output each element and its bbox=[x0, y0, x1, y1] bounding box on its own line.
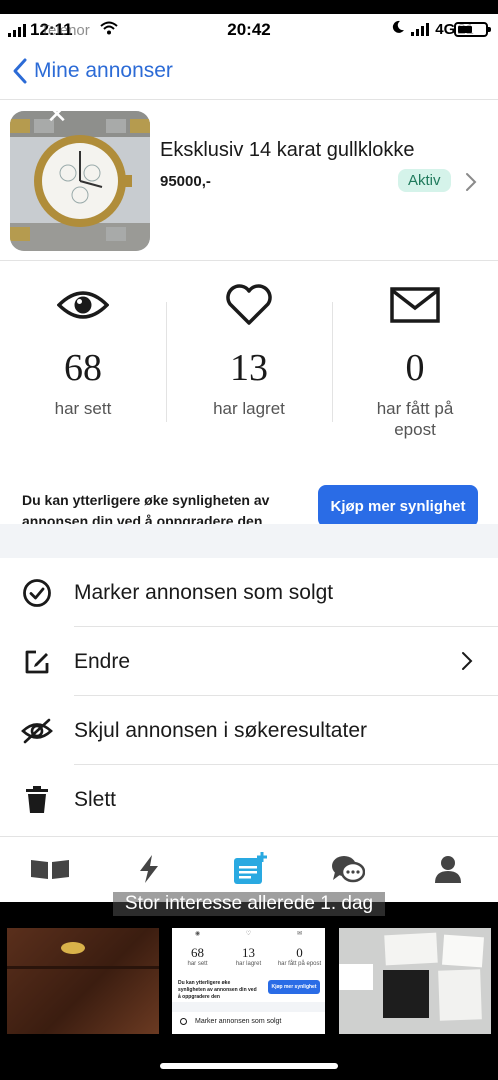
tab-new-ad[interactable] bbox=[230, 851, 270, 887]
stat-saved-value: 13 bbox=[230, 347, 268, 389]
back-label: Mine annonser bbox=[34, 59, 173, 82]
nav-bar: Mine annonser bbox=[0, 46, 498, 100]
mini-eye-icon: ◉ bbox=[194, 931, 201, 937]
tab-profile[interactable] bbox=[428, 851, 468, 887]
menu-item-hide[interactable]: Skjul annonsen i søkeresultater bbox=[0, 696, 498, 765]
menu-item-edit[interactable]: Endre bbox=[0, 627, 498, 696]
mini-stat-value: 68 bbox=[191, 945, 204, 960]
mini-upsell-text: Du kan ytterligere øke synligheten av an… bbox=[178, 980, 257, 1000]
stat-saved: 13 har lagret bbox=[166, 282, 332, 419]
status-badge: Aktiv bbox=[398, 169, 451, 192]
stat-seen-value: 68 bbox=[64, 347, 102, 389]
tab-book[interactable] bbox=[30, 851, 70, 887]
mini-stat-value: 0 bbox=[296, 945, 303, 960]
tab-messages[interactable] bbox=[328, 851, 368, 887]
mini-menu-label: Marker annonsen som solgt bbox=[195, 1018, 282, 1025]
menu-item-label: Slett bbox=[74, 787, 117, 811]
moon-icon bbox=[391, 20, 405, 38]
battery-icon bbox=[454, 21, 491, 37]
thumbnail-papers[interactable] bbox=[339, 928, 491, 1034]
stat-email: 0 har fått på epost bbox=[332, 282, 498, 440]
mini-mail-icon: ✉ bbox=[296, 931, 303, 937]
new-ad-icon bbox=[234, 852, 267, 884]
mini-stat-value: 13 bbox=[242, 945, 255, 960]
mini-stat-label: har lagret bbox=[235, 961, 262, 967]
chevron-right-icon[interactable] bbox=[464, 171, 478, 193]
box-emblem bbox=[61, 942, 85, 954]
stat-email-value: 0 bbox=[405, 347, 425, 389]
buy-visibility-button[interactable]: Kjøp mer synlighet bbox=[318, 485, 478, 527]
caption-overlay: Stor interesse allerede 1. dag bbox=[113, 892, 385, 916]
mini-gap bbox=[172, 1002, 325, 1012]
ad-summary[interactable]: ✕ Eksklusiv 14 karat gullklokke 95000,- … bbox=[0, 101, 498, 261]
mini-stat-label: har sett bbox=[187, 961, 208, 967]
stat-email-label: har fått på epost bbox=[376, 399, 454, 439]
profile-icon bbox=[435, 856, 461, 883]
paper bbox=[438, 969, 482, 1021]
ad-title: Eksklusiv 14 karat gullklokke bbox=[160, 139, 415, 161]
app-screen: Mine annonser ✕ Eksklusiv 14 karat gullk… bbox=[0, 46, 498, 902]
edit-icon bbox=[0, 647, 74, 677]
ad-thumbnail[interactable]: ✕ bbox=[10, 111, 150, 251]
home-indicator[interactable] bbox=[160, 1063, 338, 1069]
box-lid-edge bbox=[7, 966, 159, 969]
status-right: 4G 21 bbox=[391, 20, 491, 38]
watch-image bbox=[10, 111, 150, 251]
thumbnail-box[interactable] bbox=[7, 928, 159, 1034]
ad-price: 95000,- bbox=[160, 173, 211, 190]
stats-panel: 68 har sett 13 har lagret 0 har fått på … bbox=[0, 262, 498, 472]
back-button[interactable]: Mine annonser bbox=[10, 56, 173, 86]
stat-seen-label: har sett bbox=[54, 399, 112, 418]
booklet bbox=[383, 970, 429, 1018]
tab-activity[interactable] bbox=[129, 851, 169, 887]
eye-off-icon bbox=[0, 718, 74, 744]
thumbnail-screenshot[interactable]: ◉ 68 har sett ♡ 13 har lagret ✉ 0 har få… bbox=[172, 928, 325, 1034]
thumbnail-strip: ◉ 68 har sett ♡ 13 har lagret ✉ 0 har få… bbox=[0, 902, 498, 1080]
mini-stat: ◉ 68 har sett bbox=[172, 930, 223, 967]
mail-icon bbox=[332, 282, 498, 328]
chevron-right-icon bbox=[462, 652, 473, 670]
paper bbox=[442, 934, 484, 968]
phone-screen: 12:11 Telenor 20:42 4G 21 Mine annonser bbox=[0, 0, 498, 1080]
close-icon[interactable]: ✕ bbox=[46, 111, 68, 127]
heart-icon bbox=[166, 282, 332, 328]
trash-icon bbox=[0, 785, 74, 814]
cell-signal-icon bbox=[411, 22, 430, 36]
menu-item-label: Skjul annonsen i søkeresultater bbox=[74, 718, 367, 742]
status-bar: 12:11 Telenor 20:42 4G 21 bbox=[0, 14, 498, 46]
menu-item-mark-sold[interactable]: Marker annonsen som solgt bbox=[0, 558, 498, 627]
menu-item-delete[interactable]: Slett bbox=[0, 765, 498, 834]
network-type: 4G bbox=[435, 20, 456, 38]
menu-item-label: Endre bbox=[74, 649, 131, 673]
paper bbox=[339, 964, 373, 990]
check-circle-icon bbox=[0, 578, 74, 608]
action-menu: Marker annonsen som solgt Endre Skjul an… bbox=[0, 558, 498, 834]
paper bbox=[384, 932, 438, 966]
mini-stat: ♡ 13 har lagret bbox=[223, 930, 274, 967]
section-gap bbox=[0, 524, 498, 558]
mini-stat: ✉ 0 har fått på epost bbox=[274, 930, 325, 967]
stat-saved-label: har lagret bbox=[213, 399, 285, 418]
mini-menu-item: Marker annonsen som solgt bbox=[180, 1018, 281, 1025]
book-icon bbox=[31, 860, 69, 879]
chat-icon bbox=[332, 856, 365, 883]
mini-check-icon bbox=[180, 1018, 187, 1025]
chevron-left-icon bbox=[13, 58, 27, 84]
mini-heart-icon: ♡ bbox=[245, 931, 252, 937]
stat-seen: 68 har sett bbox=[0, 282, 166, 419]
mini-buy-button: Kjøp mer synlighet bbox=[268, 980, 320, 994]
mini-stat-label: har fått på epost bbox=[277, 961, 322, 967]
menu-item-label: Marker annonsen som solgt bbox=[74, 580, 334, 604]
eye-icon bbox=[0, 282, 166, 328]
lightning-icon bbox=[140, 855, 158, 883]
